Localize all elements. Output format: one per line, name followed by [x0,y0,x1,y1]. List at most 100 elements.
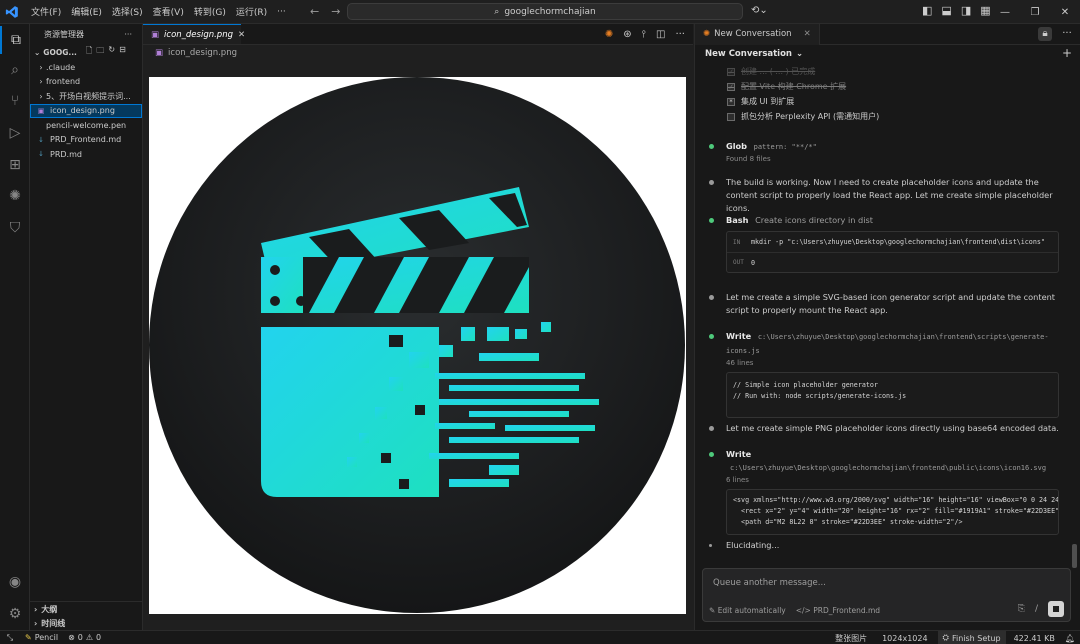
remote-icon[interactable]: ⤡ [0,631,20,644]
todo-label: 创建 ... ( ... ) 已完成 [741,67,816,76]
tool-name: Write [726,449,752,459]
todo-label: 配置 Vite 构建 Chrome 扩展 [741,82,847,91]
markdown-file-icon: ↓ [38,150,44,159]
edit-mode-label: Edit automatically [717,606,786,615]
editor-area: ▣ icon_design.png ✕ ✺ ⊛ ⫯ ◫ ··· ▣ icon_d… [143,24,693,630]
conversation-header[interactable]: New Conversation ⌄ + [695,45,1080,63]
tool-name: Glob [726,141,748,151]
layout-panel-icon[interactable]: ⬓ [941,4,951,17]
workspace-folder[interactable]: ⌄ GOOG... 🗋 🗀 ↻ ⊟ [30,44,142,60]
close-icon[interactable]: ✕ [238,30,245,40]
pencil-status[interactable]: ✎ Pencil [20,631,63,644]
context-file-chip[interactable]: </> PRD_Frontend.md [796,606,880,615]
split-editor-icon[interactable]: ◫ [656,29,665,40]
openai-icon[interactable]: ✺ [0,182,30,210]
source-control-icon[interactable]: ⑂ [0,87,30,115]
layout-secondary-sidebar-icon[interactable]: ◨ [961,4,971,17]
menu-view[interactable]: 查看(V) [148,5,189,18]
stop-button[interactable] [1048,601,1064,617]
menu-edit[interactable]: 编辑(E) [66,5,107,18]
claude-spark-icon[interactable]: ✺ [605,29,613,40]
more-actions-icon[interactable]: ··· [1060,27,1074,41]
tree-item-label: PRD.md [50,149,82,159]
notifications-bell-icon[interactable]: 🔔︎ [1060,631,1080,644]
openai-icon[interactable]: ⊛ [623,29,631,40]
outline-section[interactable]: › 大纲 [30,602,143,616]
more-actions-icon[interactable]: ··· [675,29,685,40]
image-view-mode[interactable]: 整张图片 [830,631,872,644]
tab-icon-design[interactable]: ▣ icon_design.png ✕ [143,24,245,44]
error-icon: ⊗ [68,633,75,642]
menu-file[interactable]: 文件(F) [26,5,66,18]
title-bar: 文件(F) 编辑(E) 选择(S) 查看(V) 转到(G) 运行(R) ··· … [0,0,1080,24]
forward-arrow-icon[interactable]: → [331,5,340,18]
success-dot-icon [709,218,714,223]
run-debug-icon[interactable]: ▷ [0,119,30,147]
tool-step-write: Write c:\Users\zhuyue\Desktop\googlechor… [709,330,1069,418]
search-view-icon[interactable]: ⌕ [0,56,30,84]
settings-gear-icon[interactable]: ⚙ [0,600,30,628]
new-folder-icon[interactable]: 🗀 [96,45,104,59]
edit-pencil-icon: ✎ [709,606,716,615]
slash-command-icon[interactable]: / [1035,604,1038,614]
checkbox-checked-icon: ✓ [727,67,735,76]
command-center-search[interactable]: ⌕ googlechormchajian [347,3,743,20]
menu-go[interactable]: 转到(G) [189,5,231,18]
thinking-dot-icon [709,544,712,547]
status-bar: ⤡ ✎ Pencil ⊗ 0 ⚠ 0 整张图片 1024x1024 ⛭ Fini… [0,630,1080,644]
tree-item-frontend[interactable]: › frontend [30,75,142,90]
breadcrumb: ▣ icon_design.png [143,45,693,61]
chevron-right-icon: › [39,77,43,87]
extensions-icon[interactable]: ⊞ [0,151,30,179]
layout-sidebar-icon[interactable]: ◧ [922,4,932,17]
explorer-icon[interactable]: ⧉ [0,26,30,54]
tree-item-video-prompts[interactable]: › 5、开场白视频提示词... [30,89,142,104]
pencil-label: Pencil [34,633,59,642]
finish-setup-label: Finish Setup [951,633,1001,643]
image-filesize: 422.41 KB [1013,633,1055,643]
new-conversation-plus-icon[interactable]: + [1062,46,1072,60]
scroll-thumb[interactable] [1072,544,1077,568]
shield-icon[interactable]: ⛉ [0,214,30,242]
tree-item-pencil-welcome[interactable]: pencil-welcome.pen [30,118,142,133]
menu-more[interactable]: ··· [272,7,291,17]
tab-new-conversation[interactable]: ✺ New Conversation ✕ [695,23,820,45]
tool-step-glob: Glob pattern: "**/*" Found 8 files [709,140,1069,164]
new-file-icon[interactable]: 🗋 [86,45,92,59]
copilot-icon[interactable]: ⟲⌄ [751,5,768,16]
tree-item-prd-frontend[interactable]: ↓ PRD_Frontend.md [30,133,142,148]
clapperboard-logo-image [149,77,685,613]
menu-run[interactable]: 运行(R) [231,5,272,18]
close-icon[interactable]: ✕ [804,29,811,39]
refresh-icon[interactable]: ↻ [108,45,115,59]
back-arrow-icon[interactable]: ← [310,5,319,18]
edit-mode-toggle[interactable]: ✎ Edit automatically [709,606,786,615]
problems-status[interactable]: ⊗ 0 ⚠ 0 [63,631,106,644]
breadcrumb-item[interactable]: icon_design.png [168,48,237,58]
compare-icon[interactable]: ⫯ [642,29,646,40]
restore-icon[interactable]: ❐ [1020,0,1050,24]
close-window-icon[interactable]: ✕ [1050,0,1080,24]
image-file-icon: ▣ [37,106,45,115]
account-icon[interactable]: ◉ [0,568,30,596]
timeline-section[interactable]: › 时间线 [30,616,143,630]
tool-arg: pattern: "**/*" [753,143,817,151]
workspace-folder-label: GOOG... [43,47,77,57]
message-input-box[interactable]: Queue another message... ✎ Edit automati… [702,568,1071,622]
menu-selection[interactable]: 选择(S) [107,5,148,18]
message-input-placeholder[interactable]: Queue another message... [713,578,826,588]
tree-item-label: PRD_Frontend.md [50,135,122,145]
tree-item-icon-design[interactable]: ▣ icon_design.png [30,103,142,118]
chat-scrollbar[interactable] [1072,64,1078,571]
finish-setup-button[interactable]: ⛭ Finish Setup [937,631,1006,644]
bash-output: 0 [751,258,756,267]
code-preview: <svg xmlns="http://www.w3.org/2000/svg" … [726,489,1059,535]
tree-item-claude[interactable]: › .claude [30,60,142,75]
collapse-all-icon[interactable]: ⊟ [119,45,126,59]
minimize-icon[interactable]: — [990,0,1020,24]
tree-item-prd[interactable]: ↓ PRD.md [30,147,142,162]
todo-item: * 集成 UI 到扩展 [727,96,794,107]
lock-icon[interactable]: 🔒︎ [1038,27,1052,41]
explorer-more-icon[interactable]: ··· [124,30,132,39]
attach-paperclip-icon[interactable]: ⎘ [1018,604,1025,614]
